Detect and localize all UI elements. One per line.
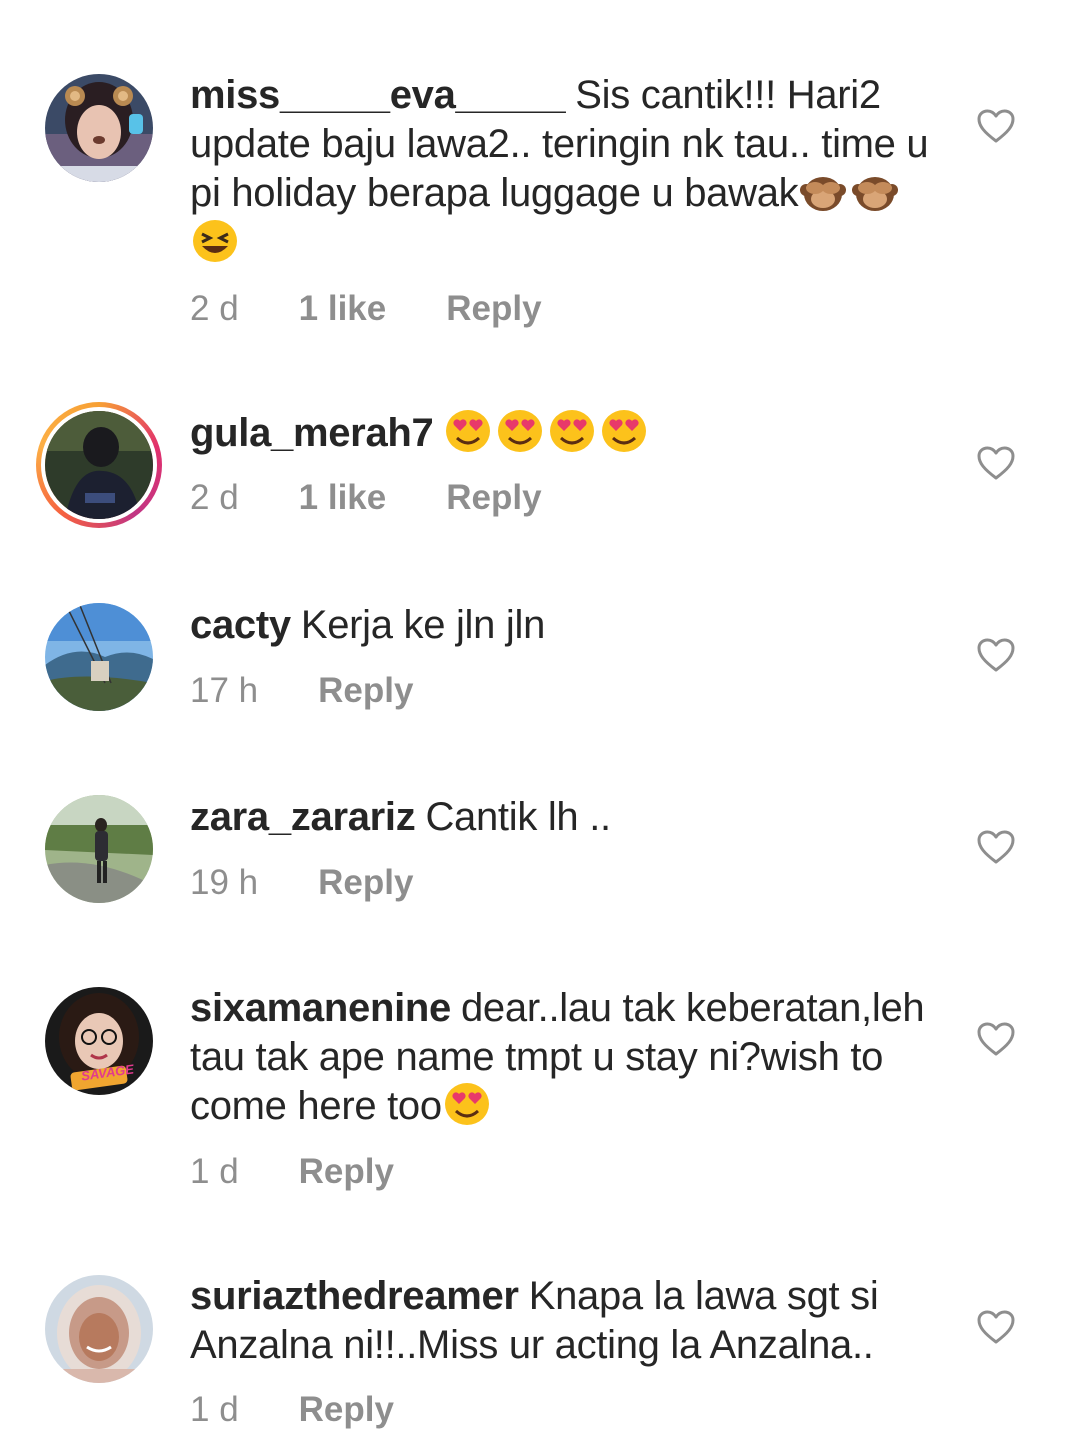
- comment-body: miss_____eva_____ Sis cantik!!! Hari2 upd…: [190, 71, 930, 267]
- avatar[interactable]: [45, 603, 153, 711]
- like-heart-icon[interactable]: [976, 829, 1016, 865]
- heart-eyes-face-icon: [443, 408, 493, 454]
- avatar-photo: [45, 1275, 153, 1383]
- like-heart-icon[interactable]: [976, 1309, 1016, 1345]
- comment-time: 2 d: [190, 289, 239, 328]
- reply-button[interactable]: Reply: [446, 478, 541, 518]
- comment-meta: 1 d Reply: [190, 1390, 394, 1430]
- comment-body: suriazthedreamer Knapa la lawa sgt si Anz…: [190, 1272, 930, 1369]
- comment-username[interactable]: zara_zarariz: [190, 795, 416, 839]
- heart-eyes-face-icon: [599, 408, 649, 454]
- comment-username[interactable]: suriazthedreamer: [190, 1274, 519, 1318]
- avatar: [41, 407, 157, 523]
- like-heart-icon[interactable]: [976, 1021, 1016, 1057]
- reply-button[interactable]: Reply: [299, 1152, 394, 1192]
- comments-list: miss_____eva_____ Sis cantik!!! Hari2 upd…: [0, 0, 1080, 1437]
- avatar-photo: [45, 603, 153, 711]
- comment-time: 17 h: [190, 671, 259, 710]
- avatar[interactable]: [45, 795, 153, 903]
- see-no-evil-monkey-icon: [798, 168, 848, 214]
- comment-username[interactable]: gula_merah7: [190, 411, 434, 455]
- comment-meta: 17 h Reply: [190, 671, 413, 711]
- comment-username[interactable]: miss_____eva_____: [190, 73, 566, 117]
- like-heart-icon[interactable]: [976, 108, 1016, 144]
- heart-eyes-face-icon: [547, 408, 597, 454]
- comment-likes[interactable]: 1 like: [299, 289, 387, 329]
- reply-button[interactable]: Reply: [318, 863, 413, 903]
- heart-eyes-face-icon: [442, 1081, 492, 1127]
- reply-button[interactable]: Reply: [299, 1390, 394, 1430]
- heart-eyes-face-icon: [495, 408, 545, 454]
- comment-body: cacty Kerja ke jln jln: [190, 601, 930, 650]
- avatar[interactable]: [45, 1275, 153, 1383]
- see-no-evil-monkey-icon: [850, 168, 900, 214]
- like-heart-icon[interactable]: [976, 445, 1016, 481]
- comment-body: zara_zarariz Cantik lh ..: [190, 793, 930, 842]
- reply-button[interactable]: Reply: [318, 671, 413, 711]
- comment-body: gula_merah7: [190, 408, 930, 458]
- comment-body: sixamanenine dear..lau tak keberatan,leh …: [190, 984, 930, 1131]
- comment-time: 2 d: [190, 478, 239, 517]
- comment-time: 19 h: [190, 863, 259, 902]
- avatar-photo: [45, 74, 153, 182]
- avatar[interactable]: SAVAGE: [45, 987, 153, 1095]
- avatar-photo: [45, 411, 153, 519]
- comment-text: Cantik lh ..: [425, 795, 611, 839]
- grinning-squinting-face-icon: [190, 218, 240, 264]
- avatar[interactable]: [45, 74, 153, 182]
- comment-time: 1 d: [190, 1390, 239, 1429]
- avatar-story-ring[interactable]: [36, 402, 162, 528]
- comment-meta: 2 d 1 like Reply: [190, 289, 542, 329]
- comment-time: 1 d: [190, 1152, 239, 1191]
- comment-text: Kerja ke jln jln: [300, 603, 546, 647]
- comment-meta: 2 d 1 like Reply: [190, 478, 542, 518]
- avatar-photo: [45, 795, 153, 903]
- comment-username[interactable]: cacty: [190, 603, 291, 647]
- like-heart-icon[interactable]: [976, 637, 1016, 673]
- comment-meta: 19 h Reply: [190, 863, 413, 903]
- comment-meta: 1 d Reply: [190, 1152, 394, 1192]
- reply-button[interactable]: Reply: [446, 289, 541, 329]
- comment-username[interactable]: sixamanenine: [190, 986, 451, 1030]
- comment-likes[interactable]: 1 like: [299, 478, 387, 518]
